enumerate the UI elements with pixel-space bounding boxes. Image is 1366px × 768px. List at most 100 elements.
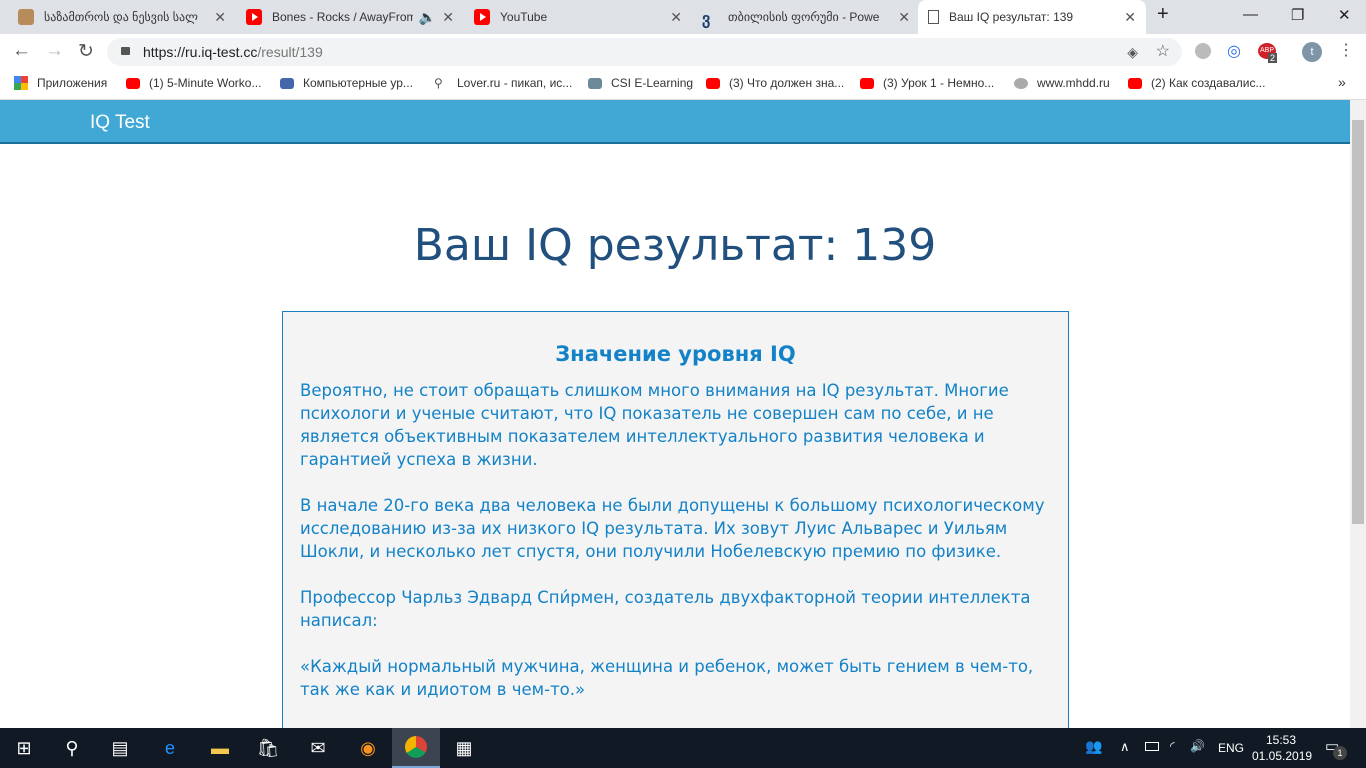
url-path: /result/139 [257, 44, 323, 60]
csi-icon [588, 77, 602, 89]
bookmark-item[interactable]: (3) Что должен зна... [706, 76, 844, 90]
back-button[interactable]: ← [12, 40, 31, 62]
bookmark-label: (3) Что должен зна... [729, 76, 845, 90]
page-icon [928, 10, 939, 24]
tab-forum[interactable]: ვ თბილისის ფორუმი - Powe ✕ [692, 0, 920, 34]
battery-icon[interactable] [1145, 742, 1159, 751]
bookmark-item[interactable]: ⚲ Lover.ru - пикап, ис... [434, 76, 572, 90]
close-window-button[interactable]: ✕ [1338, 6, 1351, 24]
tab-title: Bones - Rocks / AwayFrom [272, 10, 413, 24]
youtube-icon [126, 77, 140, 89]
language-indicator[interactable]: ENG [1218, 741, 1244, 755]
speaker-icon[interactable]: 🔈 [419, 9, 436, 26]
volume-icon[interactable]: 🔊 [1190, 739, 1205, 753]
tab-youtube[interactable]: YouTube ✕ [464, 0, 692, 34]
menu-icon[interactable]: ⋮ [1338, 40, 1354, 60]
people-icon[interactable]: 👥 [1085, 738, 1102, 755]
forum-icon: ვ [702, 11, 711, 28]
globe-extension-icon[interactable] [1195, 43, 1211, 59]
tab-title: Ваш IQ результат: 139 [949, 10, 1074, 24]
show-hidden-icons[interactable]: ∧ [1120, 739, 1130, 755]
bookmark-item[interactable]: CSI E-Learning [588, 76, 693, 90]
extension-icon[interactable]: ◎ [1227, 41, 1241, 61]
calculator-icon[interactable]: ▦ [440, 728, 488, 768]
forward-button[interactable]: → [45, 40, 64, 62]
uc-browser-icon[interactable]: ◉ [344, 728, 392, 768]
browser-toolbar: ← → ↻ https://ru.iq-test.cc/result/139 ◈… [0, 34, 1366, 68]
bookmark-item[interactable]: www.mhdd.ru [1014, 76, 1110, 90]
tab-title: თბილისის ფორუმი - Powe [728, 10, 880, 24]
bookmark-item[interactable]: (2) Как создавалис... [1128, 76, 1265, 90]
bookmark-item[interactable]: (1) 5-Minute Worko... [126, 76, 261, 90]
edge-icon[interactable]: e [146, 728, 194, 768]
close-icon[interactable]: ✕ [898, 9, 910, 26]
tab-favicon [18, 9, 34, 25]
tab-title: საზამთროს და ნესვის სალ [44, 10, 198, 24]
bookmark-item[interactable]: Компьютерные ур... [280, 76, 413, 90]
bookmark-label: (3) Урок 1 - Немно... [883, 76, 995, 90]
windows-start-icon[interactable]: ⊞ [0, 728, 48, 768]
profile-avatar[interactable]: t [1302, 42, 1322, 62]
mail-icon[interactable]: ✉ [294, 728, 342, 768]
site-logo[interactable]: IQ Test [90, 112, 150, 134]
clock-date[interactable]: 01.05.2019 [1252, 749, 1312, 763]
scrollbar-thumb[interactable] [1352, 120, 1364, 524]
paragraph: Вероятно, не стоит обращать слишком мног… [300, 381, 1009, 469]
restore-button[interactable]: ❐ [1291, 6, 1304, 24]
site-header: IQ Test [0, 100, 1350, 144]
bookmark-label: Компьютерные ур... [303, 76, 413, 90]
apps-icon [14, 76, 28, 90]
tab-strip: საზამთროს და ნესვის სალ ✕ Bones - Rocks /… [0, 0, 1366, 34]
tab-watermelon[interactable]: საზამთროს და ნესვის სალ ✕ [8, 0, 236, 34]
lover-icon: ⚲ [434, 75, 443, 90]
youtube-icon [246, 9, 262, 25]
youtube-icon [706, 77, 720, 89]
bookmark-label: Приложения [37, 76, 108, 90]
youtube-icon [474, 9, 490, 25]
scrollbar[interactable] [1350, 100, 1366, 728]
mhdd-icon [1014, 77, 1028, 89]
bookmark-label: CSI E-Learning [611, 76, 694, 90]
adblock-badge: 2 [1268, 53, 1278, 63]
youtube-icon [1128, 77, 1142, 89]
search-icon[interactable]: ⚲ [48, 728, 96, 768]
clock-time[interactable]: 15:53 [1266, 733, 1296, 747]
shield-icon[interactable]: ◈ [1127, 38, 1138, 66]
tab-title: YouTube [500, 10, 548, 24]
computer-icon [280, 77, 294, 89]
taskbar: ⊞ ⚲ ▤ e ▬ 🛍 ✉ ◉ ▦ 👥 ∧ ◜ 🔊 ENG 15:53 01.0… [0, 728, 1366, 768]
close-icon[interactable]: ✕ [1124, 9, 1136, 26]
paragraph: В начале 20-го века два человека не были… [300, 496, 1045, 561]
more-bookmarks-button[interactable]: » [1338, 74, 1346, 90]
chrome-icon[interactable] [392, 728, 440, 768]
file-explorer-icon[interactable]: ▬ [196, 728, 244, 768]
tab-iq-result[interactable]: Ваш IQ результат: 139 ✕ [918, 0, 1146, 34]
paragraph: Профессор Чарльз Эдвард Спи́рмен, создат… [300, 588, 1031, 630]
notification-count: 1 [1333, 746, 1347, 760]
address-bar[interactable]: https://ru.iq-test.cc/result/139 ◈ ☆ [107, 38, 1182, 66]
page-title: Ваш IQ результат: 139 [413, 220, 937, 271]
box-heading: Значение уровня IQ [555, 342, 796, 366]
store-icon[interactable]: 🛍 [244, 728, 292, 768]
task-view-icon[interactable]: ▤ [96, 728, 144, 768]
new-tab-button[interactable]: + [1157, 3, 1169, 26]
close-icon[interactable]: ✕ [670, 9, 682, 26]
bookmark-label: Lover.ru - пикап, ис... [457, 76, 573, 90]
wifi-icon[interactable]: ◜ [1170, 739, 1175, 753]
bookmark-label: (2) Как создавалис... [1151, 76, 1266, 90]
minimize-button[interactable]: — [1243, 6, 1258, 23]
youtube-icon [860, 77, 874, 89]
bookmark-star-icon[interactable]: ☆ [1156, 38, 1170, 66]
lock-icon [121, 47, 130, 55]
iq-meaning-box: Значение уровня IQ Вероятно, не стоит об… [282, 311, 1069, 751]
quote: «Каждый нормальный мужчина, женщина и ре… [300, 657, 1034, 699]
bookmark-label: (1) 5-Minute Worko... [149, 76, 262, 90]
bookmark-apps[interactable]: Приложения [14, 76, 107, 90]
close-icon[interactable]: ✕ [214, 9, 226, 26]
close-icon[interactable]: ✕ [442, 9, 454, 26]
bookmark-item[interactable]: (3) Урок 1 - Немно... [860, 76, 994, 90]
bookmarks-bar: Приложения (1) 5-Minute Worko... Компьют… [0, 68, 1366, 100]
url-host: https://ru.iq-test.cc [143, 44, 258, 60]
reload-button[interactable]: ↻ [78, 40, 94, 63]
tab-bones[interactable]: Bones - Rocks / AwayFrom 🔈 ✕ [236, 0, 464, 34]
